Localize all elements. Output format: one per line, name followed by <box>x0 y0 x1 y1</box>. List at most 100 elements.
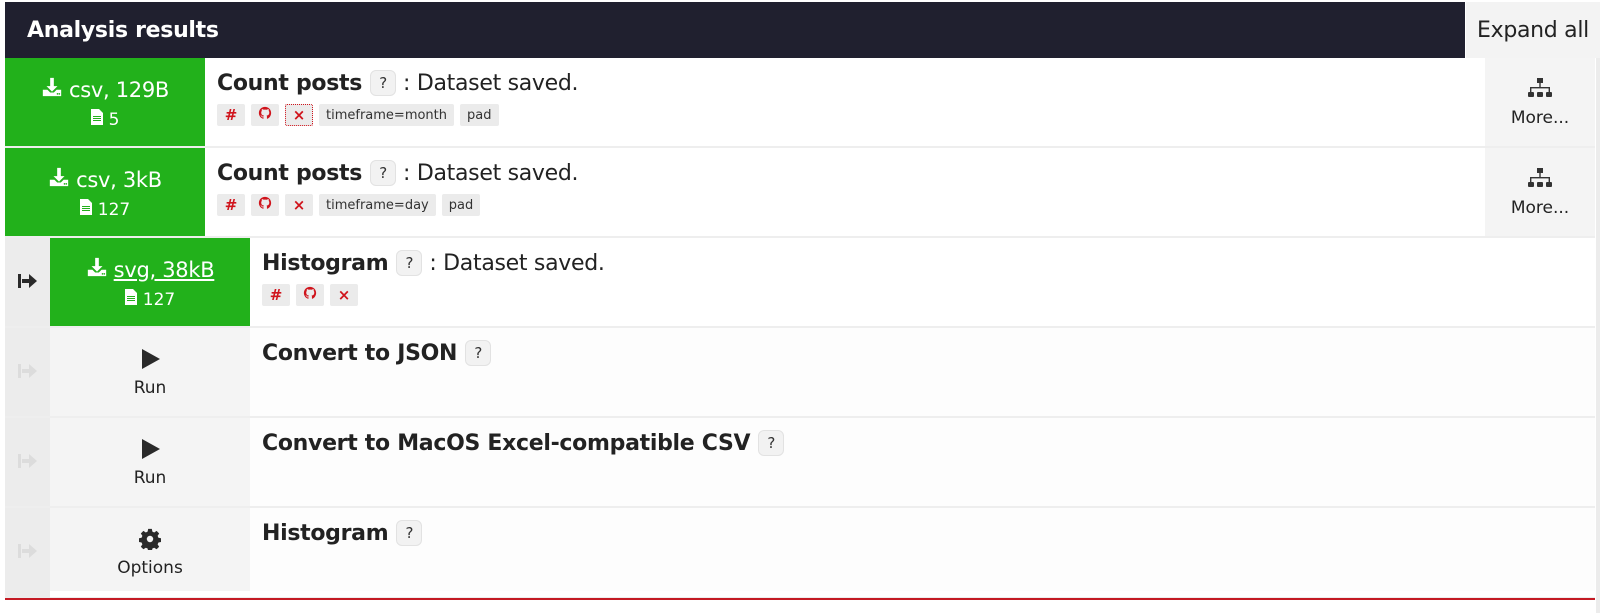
tag-list: # × timeframe=day pad <box>217 194 1473 216</box>
row-count: 127 <box>79 199 131 220</box>
hash-icon: # <box>269 286 283 304</box>
row-count-value: 127 <box>142 289 176 310</box>
help-button[interactable]: ? <box>370 70 397 96</box>
options-label: Options <box>117 558 183 578</box>
processor-name: Convert to MacOS Excel-compatible CSV <box>262 430 751 456</box>
file-icon <box>90 109 103 130</box>
processor-content: Histogram ? <box>250 508 1595 598</box>
list-end <box>50 591 1595 597</box>
child-indent <box>5 328 50 418</box>
expand-all-button[interactable]: Expand all <box>1466 2 1600 58</box>
param-tag: timeframe=month <box>319 104 455 126</box>
delete-tag[interactable]: × <box>330 284 358 306</box>
run-label: Run <box>133 378 167 398</box>
github-icon <box>258 106 272 124</box>
status-text: : Dataset saved. <box>403 160 579 186</box>
more-button[interactable]: More... <box>1485 58 1595 148</box>
close-icon: × <box>292 106 306 124</box>
result-content: Count posts ? : Dataset saved. # × timef… <box>205 148 1485 238</box>
param-tag: timeframe=day <box>319 194 436 216</box>
github-tag[interactable] <box>251 104 279 126</box>
help-button[interactable]: ? <box>370 160 397 186</box>
right-edge <box>1596 58 1600 613</box>
expand-all-label: Expand all <box>1477 17 1589 43</box>
analysis-results-header: Analysis results <box>5 2 1465 58</box>
result-row: csv, 3kB 127 Count posts ? : Dataset sav… <box>5 148 1595 238</box>
more-label: More... <box>1510 108 1570 128</box>
header-title: Analysis results <box>27 17 219 43</box>
child-indent <box>5 238 50 328</box>
processor-content: Convert to JSON ? <box>250 328 1595 418</box>
github-icon <box>303 286 317 304</box>
help-button[interactable]: ? <box>396 520 423 546</box>
permalink-tag[interactable]: # <box>262 284 290 306</box>
child-arrow-icon <box>17 362 39 384</box>
download-label: csv, 129B <box>68 77 170 102</box>
file-icon <box>79 199 92 220</box>
processor-row: Run Convert to MacOS Excel-compatible CS… <box>5 418 1595 508</box>
indent-strip <box>5 590 50 598</box>
play-icon <box>139 348 161 374</box>
child-indent <box>5 508 50 598</box>
tag-list: # × timeframe=month pad <box>217 104 1473 126</box>
param-tag: pad <box>441 194 481 216</box>
permalink-tag[interactable]: # <box>217 194 245 216</box>
download-label: csv, 3kB <box>76 167 162 192</box>
processor-content: Convert to MacOS Excel-compatible CSV ? <box>250 418 1595 508</box>
download-icon <box>48 166 70 193</box>
download-link[interactable]: csv, 129B <box>41 76 169 103</box>
result-download-cell: svg, 38kB 127 <box>50 238 250 328</box>
run-button[interactable]: Run <box>50 328 250 418</box>
download-link[interactable]: svg, 38kB <box>86 256 215 283</box>
result-download-cell: csv, 129B 5 <box>5 58 205 148</box>
run-button[interactable]: Run <box>50 418 250 508</box>
help-button[interactable]: ? <box>396 250 423 276</box>
sitemap-icon <box>1526 78 1554 104</box>
result-content: Count posts ? : Dataset saved. # × timef… <box>205 58 1485 148</box>
more-label: More... <box>1510 198 1570 218</box>
delete-tag[interactable]: × <box>285 194 313 216</box>
more-button[interactable]: More... <box>1485 148 1595 238</box>
github-tag[interactable] <box>296 284 324 306</box>
hash-icon: # <box>224 106 238 124</box>
gear-icon <box>138 528 162 554</box>
processor-row: Options Histogram ? <box>5 508 1595 598</box>
delete-tag[interactable]: × <box>285 104 313 126</box>
processor-name: Count posts <box>217 70 363 96</box>
row-count: 5 <box>90 109 120 130</box>
permalink-tag[interactable]: # <box>217 104 245 126</box>
child-arrow-icon <box>17 452 39 474</box>
help-button[interactable]: ? <box>465 340 492 366</box>
bottom-divider <box>5 598 1595 600</box>
result-row-child: svg, 38kB 127 Histogram ? : Dataset save… <box>5 238 1595 328</box>
tag-list: # × <box>262 284 1583 306</box>
row-count: 127 <box>124 289 176 310</box>
github-tag[interactable] <box>251 194 279 216</box>
github-icon <box>258 196 272 214</box>
play-icon <box>139 438 161 464</box>
processor-name: Histogram <box>262 520 389 546</box>
child-arrow-icon <box>17 272 39 294</box>
child-arrow-icon <box>17 542 39 564</box>
download-link[interactable]: csv, 3kB <box>48 166 162 193</box>
close-icon: × <box>337 286 351 304</box>
row-count-value: 5 <box>108 109 120 130</box>
child-indent <box>5 418 50 508</box>
help-button[interactable]: ? <box>758 430 785 456</box>
param-tag: pad <box>460 104 499 126</box>
processor-name: Histogram <box>262 250 389 276</box>
processor-name: Convert to JSON <box>262 340 458 366</box>
processor-name: Count posts <box>217 160 363 186</box>
download-icon <box>86 256 108 283</box>
download-label: svg, 38kB <box>113 257 215 282</box>
options-button[interactable]: Options <box>50 508 250 598</box>
status-text: : Dataset saved. <box>403 70 579 96</box>
row-count-value: 127 <box>97 199 131 220</box>
download-icon <box>41 76 63 103</box>
result-content: Histogram ? : Dataset saved. # × <box>250 238 1595 328</box>
file-icon <box>124 289 137 310</box>
status-text: : Dataset saved. <box>429 250 605 276</box>
hash-icon: # <box>224 196 238 214</box>
sitemap-icon <box>1526 168 1554 194</box>
close-icon: × <box>292 196 306 214</box>
